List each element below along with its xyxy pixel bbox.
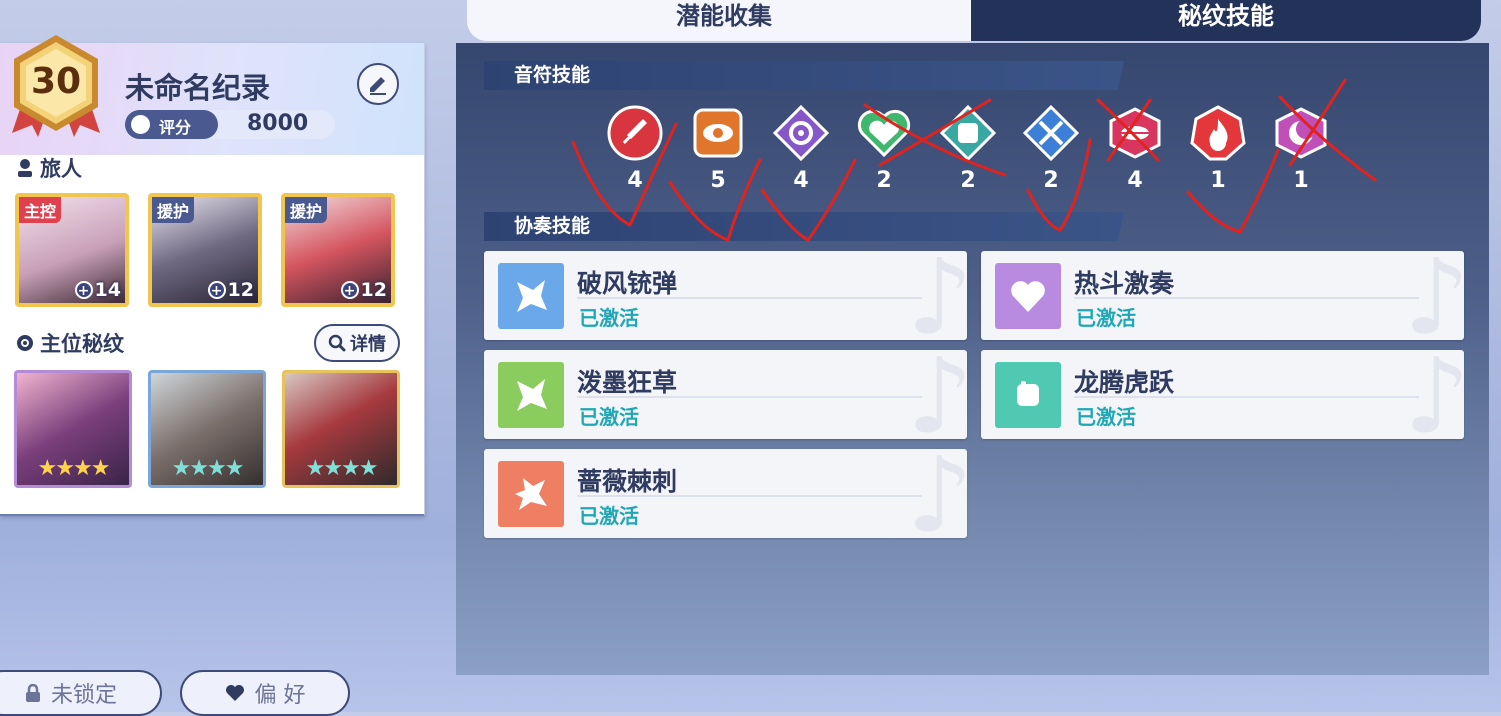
plus-icon: + [207, 281, 226, 299]
character-tag: 援护 [152, 197, 195, 223]
lips-icon [1109, 107, 1161, 159]
pencil-icon [370, 77, 386, 95]
crossed-swords-icon [1023, 105, 1079, 161]
skill-card[interactable]: 龙腾虎跃 已激活 ♪ [981, 350, 1464, 439]
heart-icon [225, 685, 244, 701]
flame-icon [1190, 105, 1246, 161]
skill-name: 热斗激奏 [1074, 269, 1175, 298]
rune-stars: ★★★★ [37, 456, 111, 481]
tab-rune-skills[interactable]: 秘纹技能 [971, 0, 1481, 41]
skill-status: 已激活 [579, 504, 639, 528]
skill-card[interactable]: 泼墨狂草 已激活 ♪ [484, 350, 967, 439]
character-card-main[interactable]: 主控 +14 [15, 193, 129, 307]
skill-name: 破风铳弹 [577, 269, 678, 298]
music-note-icon: ♪ [1403, 251, 1464, 340]
magnifier-icon [328, 334, 346, 352]
favorite-button[interactable]: 偏 好 [180, 670, 350, 716]
skill-name: 泼墨狂草 [577, 368, 678, 397]
eye-icon [693, 108, 743, 158]
rune-count: 1 [1293, 168, 1309, 193]
rune-count: 1 [1210, 168, 1226, 193]
ensemble-skills-heading: 协奏技能 [484, 212, 1124, 241]
gust-icon [517, 379, 547, 411]
rune-count: 4 [627, 168, 643, 193]
character-tag: 主控 [19, 197, 62, 223]
fist-icon [1017, 381, 1039, 406]
rune-count: 4 [1127, 168, 1143, 193]
rune-count: 2 [960, 168, 976, 193]
main-rune-heading: 主位秘纹 [16, 328, 124, 358]
skill-status: 已激活 [579, 306, 639, 330]
profile-card: 30 未命名纪录 评分 8000 旅人 主控 +14 援护 +12 援护 +12 [0, 35, 425, 516]
skill-status: 已激活 [579, 405, 639, 429]
crossed-swords-rune[interactable] [1023, 105, 1079, 161]
edit-name-button[interactable] [357, 63, 399, 105]
plus-icon: + [340, 281, 359, 299]
skill-status: 已激活 [1076, 405, 1136, 429]
thorn-burst-icon [515, 478, 547, 510]
moon-icon [1275, 107, 1327, 159]
gust-icon [517, 280, 547, 312]
character-level: 12 [360, 279, 387, 301]
rune-count: 2 [1043, 168, 1059, 193]
detail-button[interactable]: 详情 [314, 324, 400, 362]
sword-icon [607, 105, 663, 161]
score-value: 8000 [247, 111, 309, 136]
heart-icon [857, 109, 911, 158]
smile-icon [131, 115, 150, 134]
rune-stars: ★★★★ [305, 456, 379, 481]
vortex-icon [773, 105, 829, 161]
main-rune-card-2[interactable]: ★★★★ [148, 370, 266, 488]
main-rune-card-3[interactable]: ★★★★ [282, 370, 400, 488]
level-number: 30 [30, 61, 82, 102]
skill-name: 龙腾虎跃 [1074, 368, 1175, 397]
lock-button[interactable]: 未锁定 [0, 670, 162, 716]
moon-rune[interactable] [1273, 105, 1329, 161]
character-card-support-1[interactable]: 援护 +12 [148, 193, 262, 307]
score-label: 评分 [159, 118, 192, 137]
level-badge: 30 [8, 33, 104, 141]
rune-skills-panel: 音符技能 4 5 4 2 2 2 4 1 1 协奏技能 破风铳弹 已激活 ♪ 热… [456, 43, 1489, 675]
flame-rune[interactable] [1190, 105, 1246, 161]
sword-rune[interactable] [607, 105, 663, 161]
skill-status: 已激活 [1076, 306, 1136, 330]
heart-rune[interactable] [856, 105, 912, 161]
vortex-rune[interactable] [773, 105, 829, 161]
rune-count: 5 [710, 168, 726, 193]
tab-potential[interactable]: 潜能收集 [467, 0, 981, 41]
lock-icon [25, 684, 40, 702]
music-note-icon: ♪ [906, 350, 967, 439]
music-note-icon: ♪ [906, 449, 967, 538]
eye-rune[interactable] [690, 105, 746, 161]
skill-card[interactable]: 破风铳弹 已激活 ♪ [484, 251, 967, 340]
skill-card[interactable]: 热斗激奏 已激活 ♪ [981, 251, 1464, 340]
plus-icon: + [74, 281, 93, 299]
travelers-heading: 旅人 [16, 153, 82, 183]
character-card-support-2[interactable]: 援护 +12 [281, 193, 395, 307]
rune-count: 2 [876, 168, 892, 193]
skill-name: 蔷薇棘刺 [577, 467, 678, 496]
main-rune-card-1[interactable]: ★★★★ [14, 370, 132, 488]
rune-count: 4 [793, 168, 809, 193]
music-note-icon: ♪ [906, 251, 967, 340]
heart-icon [1011, 281, 1045, 312]
rune-stars: ★★★★ [171, 456, 245, 481]
target-icon [17, 335, 33, 351]
note-skills-heading: 音符技能 [484, 61, 1124, 90]
person-icon [18, 159, 32, 177]
music-note-icon: ♪ [1403, 350, 1464, 439]
lips-rune[interactable] [1107, 105, 1163, 161]
character-level: 14 [94, 279, 121, 301]
character-tag: 援护 [285, 197, 328, 223]
skill-card[interactable]: 蔷薇棘刺 已激活 ♪ [484, 449, 967, 538]
profile-name: 未命名纪录 [125, 71, 271, 105]
fist-rune[interactable] [940, 105, 996, 161]
character-level: 12 [227, 279, 254, 301]
fist-icon [940, 105, 996, 161]
score-pill: 评分 8000 [125, 110, 335, 139]
tab-bar: 潜能收集 秘纹技能 [467, 0, 1481, 41]
